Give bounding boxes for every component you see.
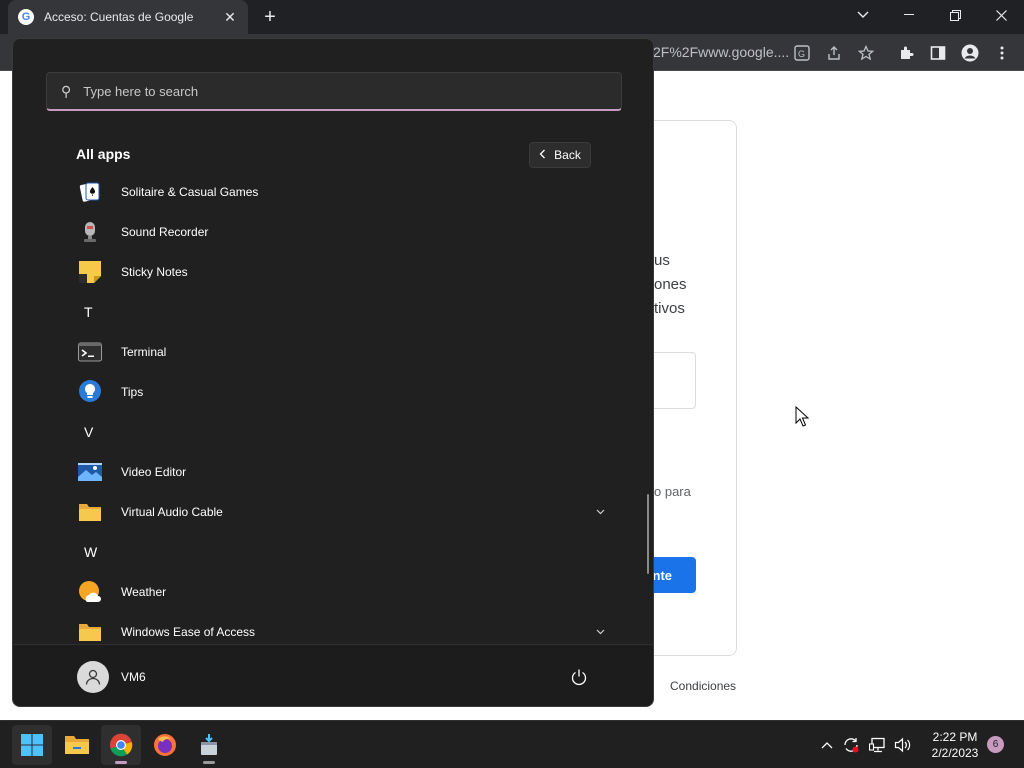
browser-tab[interactable]: G Acceso: Cuentas de Google ✕ <box>8 0 248 34</box>
extensions-icon[interactable] <box>895 42 917 64</box>
restore-button[interactable] <box>932 0 978 30</box>
video-editor-icon <box>77 459 103 485</box>
terminal-icon <box>77 339 103 365</box>
app-item-terminal[interactable]: Terminal <box>68 334 608 370</box>
side-panel-icon[interactable] <box>927 42 949 64</box>
power-icon <box>571 669 587 686</box>
page-text-line: ones <box>654 276 687 293</box>
app-label: Video Editor <box>121 465 187 479</box>
chevron-up-icon[interactable] <box>817 735 837 755</box>
sync-icon[interactable] <box>841 735 861 755</box>
terms-link[interactable]: Condiciones <box>670 679 736 693</box>
app-label: Terminal <box>121 345 167 359</box>
start-menu: ⚲ All apps Back Solitaire & Casual Games… <box>12 38 654 707</box>
chevron-down-icon[interactable] <box>592 506 608 518</box>
page-text-line: us <box>654 252 670 269</box>
app-item-weather[interactable]: Weather <box>68 574 608 610</box>
svg-text:G: G <box>798 49 805 59</box>
share-icon[interactable] <box>823 42 845 64</box>
letter-header-t[interactable]: T <box>68 294 128 330</box>
start-button[interactable] <box>12 725 52 765</box>
app-label: Sound Recorder <box>121 225 209 239</box>
user-name[interactable]: VM6 <box>121 670 146 684</box>
microphone-icon <box>77 219 103 245</box>
taskbar-firefox[interactable] <box>145 725 185 765</box>
tab-search-chevron-icon[interactable] <box>840 0 886 30</box>
network-icon[interactable] <box>868 735 888 755</box>
weather-icon <box>77 579 103 605</box>
app-label: Tips <box>121 385 144 399</box>
windows-logo-icon <box>21 734 43 756</box>
app-folder-virtual-audio-cable[interactable]: Virtual Audio Cable <box>68 494 608 530</box>
taskbar: 2:22 PM 2/2/2023 6 <box>0 720 1024 768</box>
translate-icon[interactable]: G <box>791 42 813 64</box>
chevron-left-icon <box>539 148 546 162</box>
new-tab-button[interactable]: + <box>258 5 282 29</box>
letter-header-w[interactable]: W <box>68 534 128 570</box>
close-window-button[interactable] <box>978 0 1024 30</box>
active-indicator <box>115 761 127 764</box>
search-icon: ⚲ <box>61 82 72 99</box>
folder-icon <box>77 619 103 642</box>
installer-icon <box>201 734 217 755</box>
back-label: Back <box>554 148 581 162</box>
star-icon[interactable] <box>855 42 877 64</box>
app-label: Virtual Audio Cable <box>121 505 223 519</box>
clock-date: 2/2/2023 <box>931 746 979 760</box>
sticky-note-icon <box>77 259 103 285</box>
system-clock[interactable]: 2:22 PM 2/2/2023 <box>920 729 990 761</box>
back-button[interactable]: Back <box>529 142 591 168</box>
folder-icon <box>77 499 103 525</box>
solitaire-icon <box>77 179 103 205</box>
close-tab-icon[interactable]: ✕ <box>222 9 238 26</box>
app-item-sticky-notes[interactable]: Sticky Notes <box>68 254 608 290</box>
mouse-cursor-icon <box>795 405 810 433</box>
taskbar-installer[interactable] <box>189 725 229 765</box>
page-text-line: tivos <box>654 300 685 317</box>
app-item-video-editor[interactable]: Video Editor <box>68 454 608 490</box>
app-list-scrollbar[interactable] <box>647 494 649 574</box>
clock-time: 2:22 PM <box>932 730 978 744</box>
browser-titlebar: G Acceso: Cuentas de Google ✕ + <box>0 0 1024 34</box>
app-item-tips[interactable]: Tips <box>68 374 608 410</box>
start-menu-footer: VM6 <box>13 644 653 706</box>
address-bar-text[interactable]: 2F%2Fwww.google.... <box>653 44 789 60</box>
hint-text: o para <box>654 484 691 499</box>
app-list[interactable]: Solitaire & Casual Games Sound Recorder … <box>13 172 653 642</box>
volume-icon[interactable] <box>893 735 913 755</box>
search-input[interactable] <box>83 83 584 99</box>
taskbar-file-explorer[interactable] <box>57 725 97 765</box>
app-label: Windows Ease of Access <box>121 625 256 639</box>
avatar[interactable] <box>77 661 109 693</box>
notification-badge[interactable]: 6 <box>987 736 1004 753</box>
lightbulb-icon <box>77 379 103 405</box>
tab-title: Acceso: Cuentas de Google <box>44 10 194 24</box>
firefox-icon <box>154 734 176 756</box>
folder-icon <box>65 736 89 754</box>
letter-header-v[interactable]: V <box>68 414 128 450</box>
minimize-button[interactable] <box>886 0 932 30</box>
profile-icon[interactable] <box>959 42 981 64</box>
app-label: Weather <box>121 585 167 599</box>
app-item-sound-recorder[interactable]: Sound Recorder <box>68 214 608 250</box>
app-item-solitaire[interactable]: Solitaire & Casual Games <box>68 174 608 210</box>
taskbar-chrome[interactable] <box>101 725 141 765</box>
app-folder-windows-ease-of-access[interactable]: Windows Ease of Access <box>68 614 608 642</box>
chevron-down-icon[interactable] <box>592 626 608 638</box>
chrome-icon <box>110 733 133 757</box>
google-g-icon: G <box>18 9 34 25</box>
power-button[interactable] <box>567 665 591 689</box>
app-label: Sticky Notes <box>121 265 188 279</box>
running-indicator <box>203 761 215 764</box>
more-icon[interactable] <box>991 42 1013 64</box>
app-label: Solitaire & Casual Games <box>121 185 259 199</box>
all-apps-title: All apps <box>76 146 131 162</box>
search-box[interactable]: ⚲ <box>46 72 622 111</box>
